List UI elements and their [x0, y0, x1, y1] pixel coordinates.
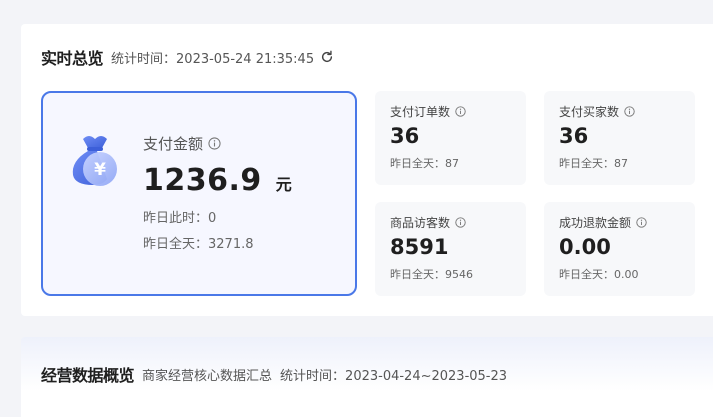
- stat-label: 支付买家数: [559, 103, 635, 120]
- info-icon[interactable]: [624, 106, 635, 117]
- payment-same-time-yesterday: 昨日此时：0: [143, 211, 217, 226]
- stat-label: 支付订单数: [390, 103, 466, 120]
- realtime-time-value: 2023-05-24 21:35:45: [176, 51, 315, 67]
- svg-text:¥: ¥: [94, 160, 106, 180]
- stat-value: 0.00: [559, 235, 611, 259]
- business-time: 统计时间：2023-04-24~2023-05-23: [280, 365, 507, 384]
- stat-label: 成功退款金额: [559, 214, 647, 231]
- realtime-header: 实时总览 统计时间：2023-05-24 21:35:45: [41, 45, 334, 69]
- stat-label: 商品访客数: [390, 214, 466, 231]
- payment-yesterday-full: 昨日全天：3271.8: [143, 237, 254, 252]
- info-icon[interactable]: [636, 217, 647, 228]
- realtime-time-label: 统计时间：: [111, 51, 177, 67]
- payment-amount-card[interactable]: ¥ 支付金额 1236.9 元 昨日此时：0 昨日全天：3271.8: [41, 91, 357, 296]
- stat-card-visitors[interactable]: 商品访客数 8591 昨日全天：9546: [375, 202, 526, 296]
- stat-card-refunds[interactable]: 成功退款金额 0.00 昨日全天：0.00: [544, 202, 695, 296]
- stat-yesterday: 昨日全天：87: [390, 157, 459, 170]
- stat-card-orders[interactable]: 支付订单数 36 昨日全天：87: [375, 91, 526, 185]
- business-subtitle: 商家经营核心数据汇总: [142, 368, 273, 384]
- stat-value: 36: [559, 124, 589, 148]
- stat-yesterday: 昨日全天：9546: [390, 268, 473, 281]
- realtime-title: 实时总览: [41, 49, 104, 68]
- stat-value: 36: [390, 124, 420, 148]
- payment-amount-number: 1236.9: [143, 163, 262, 198]
- stat-yesterday: 昨日全天：87: [559, 157, 628, 170]
- info-icon[interactable]: [208, 137, 221, 150]
- payment-amount-value: 1236.9 元: [143, 163, 292, 198]
- money-bag-icon: ¥: [69, 133, 121, 193]
- refresh-icon[interactable]: [320, 50, 334, 64]
- stat-card-buyers[interactable]: 支付买家数 36 昨日全天：87: [544, 91, 695, 185]
- realtime-time: 统计时间：2023-05-24 21:35:45: [111, 48, 314, 67]
- business-title: 经营数据概览: [41, 366, 135, 385]
- stat-value: 8591: [390, 235, 449, 259]
- business-overview-body: [21, 401, 713, 417]
- payment-amount-label: 支付金额: [143, 133, 221, 154]
- info-icon[interactable]: [455, 217, 466, 228]
- info-icon[interactable]: [455, 106, 466, 117]
- business-header: 经营数据概览 商家经营核心数据汇总 统计时间：2023-04-24~2023-0…: [41, 362, 507, 386]
- stat-yesterday: 昨日全天：0.00: [559, 268, 639, 281]
- business-time-label: 统计时间：: [280, 368, 346, 384]
- business-time-value: 2023-04-24~2023-05-23: [345, 368, 508, 384]
- payment-amount-unit: 元: [275, 175, 292, 194]
